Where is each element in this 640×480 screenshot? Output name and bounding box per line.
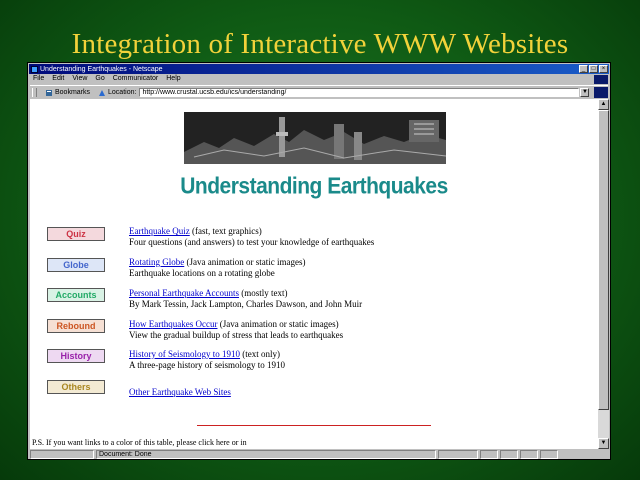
netscape-window-icon <box>31 65 38 73</box>
bookmarks-label: Bookmarks <box>55 89 91 96</box>
menu-file[interactable]: File <box>33 75 44 84</box>
menu-edit[interactable]: Edit <box>52 75 64 84</box>
location-toolbar: Bookmarks Location: http://www.crustal.u… <box>30 85 608 100</box>
footnote: P.S. If you want links to a color of thi… <box>32 438 247 447</box>
location-dropdown-icon[interactable]: ▼ <box>580 88 590 97</box>
history-link-line: History of Seismology to 1910 (text only… <box>129 349 280 359</box>
accounts-link[interactable]: Personal Earthquake Accounts <box>129 288 239 298</box>
bookmarks-button[interactable]: Bookmarks <box>45 89 90 97</box>
quiz-link[interactable]: Earthquake Quiz <box>129 226 190 236</box>
status-text: Document: Done <box>96 449 436 459</box>
quiz-description: Four questions (and answers) to test you… <box>129 237 375 247</box>
slide-title: Integration of Interactive WWW Websites <box>71 28 569 60</box>
component-icon-1[interactable] <box>480 449 498 459</box>
accounts-note: (mostly text) <box>238 288 288 298</box>
menu-go[interactable]: Go <box>95 75 104 84</box>
menu-view[interactable]: View <box>72 75 87 84</box>
location-label-group: Location: <box>98 89 136 97</box>
netscape-throbber-icon <box>594 87 608 98</box>
globe-link-line: Rotating Globe (Java animation or static… <box>129 257 305 267</box>
quiz-note: (fast, text graphics) <box>189 226 262 236</box>
bookmark-icon <box>46 89 52 96</box>
browser-window: Understanding Earthquakes - Netscape _ □… <box>27 62 611 460</box>
others-link-line: Other Earthquake Web Sites <box>129 387 231 397</box>
window-title: Understanding Earthquakes - Netscape <box>40 65 163 73</box>
component-icon-4[interactable] <box>540 449 558 459</box>
history-link[interactable]: History of Seismology to 1910 <box>129 349 240 359</box>
quiz-link-line: Earthquake Quiz (fast, text graphics) <box>129 226 262 236</box>
rebound-description: View the gradual buildup of stress that … <box>129 330 344 340</box>
page-content: Understanding Earthquakes Quiz Earthquak… <box>30 99 598 449</box>
history-description: A three-page history of seismology to 19… <box>129 360 285 370</box>
component-icon-2[interactable] <box>500 449 518 459</box>
menu-communicator[interactable]: Communicator <box>113 75 159 84</box>
netscape-logo-icon <box>594 75 608 84</box>
location-input[interactable]: http://www.crustal.ucsb.edu/ics/understa… <box>139 88 580 97</box>
progress-area <box>438 449 478 459</box>
close-button[interactable]: × <box>599 65 608 73</box>
accounts-description: By Mark Tessin, Jack Lampton, Charles Da… <box>129 299 363 309</box>
city-skyline-graphic <box>184 112 446 164</box>
accounts-button[interactable]: Accounts <box>47 288 105 302</box>
globe-link[interactable]: Rotating Globe <box>129 257 184 267</box>
rebound-button[interactable]: Rebound <box>47 319 105 333</box>
history-button[interactable]: History <box>47 349 105 363</box>
globe-button[interactable]: Globe <box>47 258 105 272</box>
quiz-button[interactable]: Quiz <box>47 227 105 241</box>
scroll-up-icon[interactable]: ▲ <box>598 99 609 110</box>
history-note: (text only) <box>240 349 281 359</box>
component-icon-3[interactable] <box>520 449 538 459</box>
location-label: Location: <box>108 89 137 96</box>
banner-image <box>184 112 446 164</box>
maximize-button[interactable]: □ <box>589 65 598 73</box>
toolbar-grip[interactable] <box>32 88 37 97</box>
menu-help[interactable]: Help <box>166 75 180 84</box>
rebound-note: (Java animation or static images) <box>217 319 339 329</box>
globe-note: (Java animation or static images) <box>184 257 306 267</box>
vertical-scrollbar[interactable]: ▲ ▼ <box>598 99 609 449</box>
rebound-link[interactable]: How Earthquakes Occur <box>129 319 217 329</box>
others-button[interactable]: Others <box>47 380 105 394</box>
globe-description: Earthquake locations on a rotating globe <box>129 268 275 278</box>
rebound-link-line: How Earthquakes Occur (Java animation or… <box>129 319 339 329</box>
minimize-button[interactable]: _ <box>579 65 588 73</box>
menu-bar: File Edit View Go Communicator Help <box>30 75 181 84</box>
accounts-link-line: Personal Earthquake Accounts (mostly tex… <box>129 288 287 298</box>
others-link[interactable]: Other Earthquake Web Sites <box>129 387 231 397</box>
status-bar: Document: Done <box>30 449 608 459</box>
horizontal-rule <box>197 425 431 426</box>
security-indicator[interactable] <box>30 449 94 459</box>
location-icon <box>99 89 106 96</box>
window-titlebar[interactable]: Understanding Earthquakes - Netscape _ □… <box>29 64 609 74</box>
scroll-down-icon[interactable]: ▼ <box>598 438 609 449</box>
scroll-thumb[interactable] <box>598 110 609 410</box>
page-heading: Understanding Earthquakes <box>180 174 448 199</box>
